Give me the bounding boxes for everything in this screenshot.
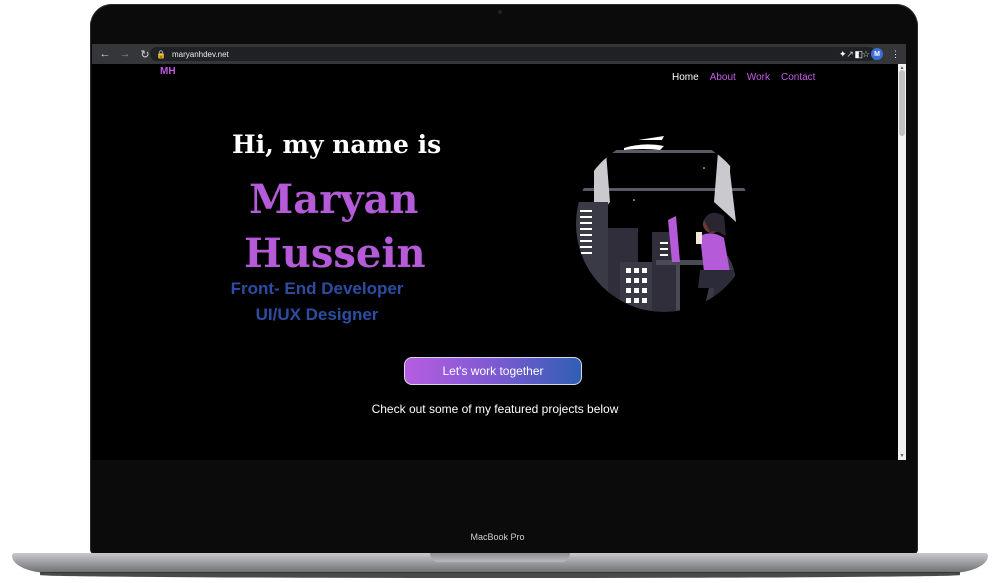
role-text: UI/UX Designer [255, 305, 379, 324]
back-icon[interactable]: ← [98, 48, 112, 60]
site-logo[interactable]: MH [160, 66, 176, 77]
laptop-screen: ← → ↻ 🔒 maryanhdev.net ↗ ☆ ✦ ◧ M ⋮ MH Ho… [92, 44, 906, 460]
browser-toolbar: ← → ↻ 🔒 maryanhdev.net ↗ ☆ ✦ ◧ M ⋮ [92, 44, 906, 64]
device-model-label: MacBook Pro [470, 532, 525, 542]
profile-avatar[interactable]: M [871, 48, 883, 60]
camera-icon [498, 10, 502, 14]
menu-kebab-icon[interactable]: ⋮ [891, 49, 900, 60]
url-text[interactable]: maryanhdev.net [172, 50, 229, 59]
page-scrollbar[interactable]: ▲ ▼ [898, 64, 906, 460]
hero-roles: Front- End Developer UI/UX Designer [212, 282, 422, 336]
extensions-icon[interactable]: ✦ [839, 49, 847, 60]
site-nav: Home About Work Contact [672, 72, 815, 83]
nav-work[interactable]: Work [747, 72, 770, 83]
hero-greeting: Hi, my name is [232, 130, 442, 159]
hero-illustration [576, 136, 752, 312]
nav-about[interactable]: About [710, 72, 736, 83]
side-panel-icon[interactable]: ◧ [854, 49, 863, 60]
nav-home[interactable]: Home [672, 72, 699, 83]
work-together-button[interactable]: Let's work together [404, 357, 582, 385]
web-page: MH Home About Work Contact Hi, my name i… [92, 64, 898, 460]
forward-icon[interactable]: → [118, 48, 132, 60]
featured-projects-text: Check out some of my featured projects b… [371, 402, 619, 416]
scroll-down-icon[interactable]: ▼ [898, 453, 906, 459]
laptop-shadow [40, 572, 960, 578]
lock-icon[interactable]: 🔒 [156, 50, 166, 59]
scrollbar-thumb[interactable] [899, 70, 905, 136]
role-text: Front- End Developer [230, 282, 404, 298]
hero-name-last: Hussein [244, 230, 426, 277]
nav-contact[interactable]: Contact [781, 72, 815, 83]
address-bar[interactable]: 🔒 maryanhdev.net ↗ ☆ [150, 47, 876, 61]
laptop-notch [430, 553, 570, 562]
hero-name-first: Maryan [249, 176, 419, 223]
